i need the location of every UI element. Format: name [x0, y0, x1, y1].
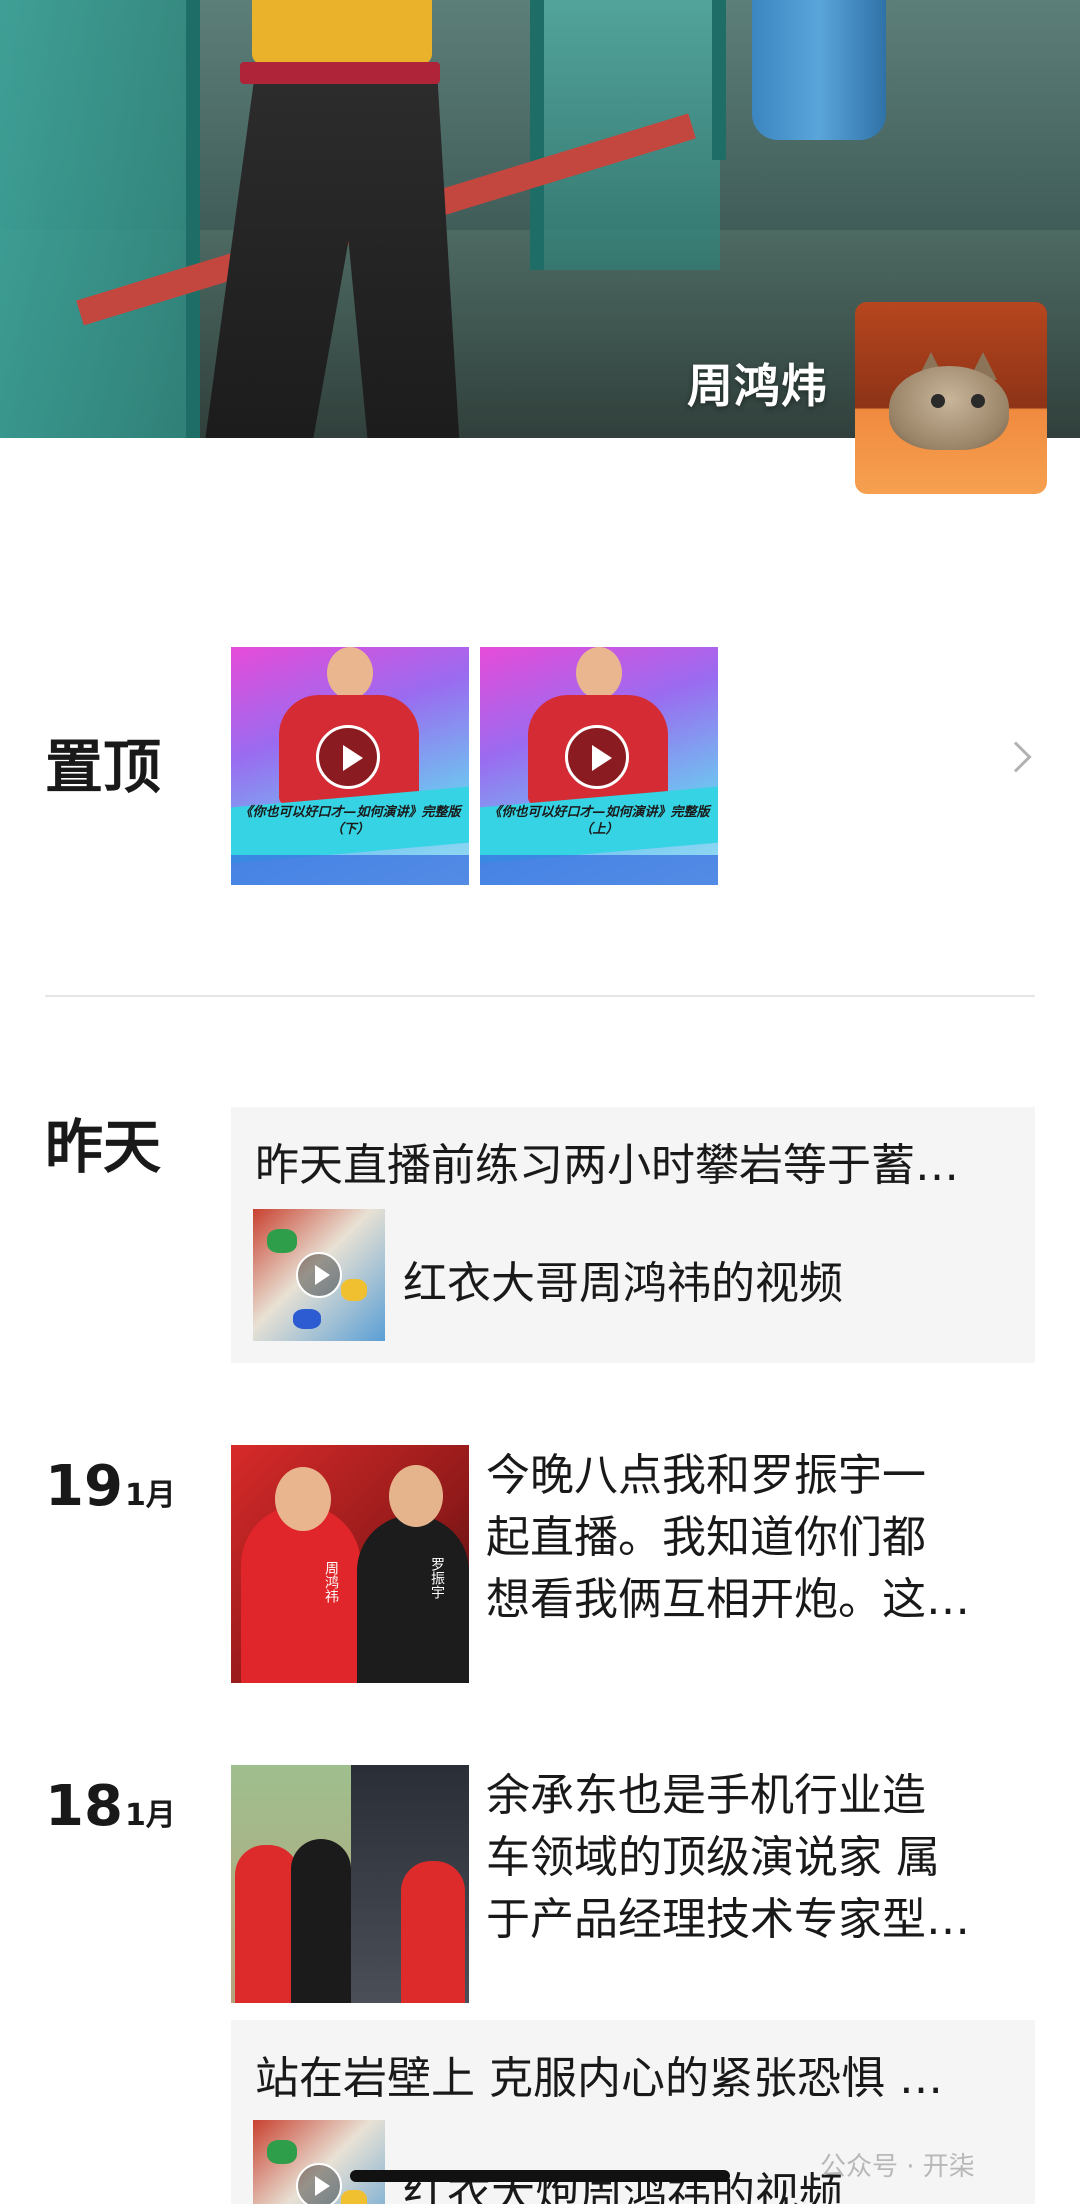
watermark: 公众号 · 开柒: [820, 2152, 975, 2182]
shared-video-post[interactable]: 昨天直播前练习两小时攀岩等于蓄… 红衣大哥周鸿祎的视频: [231, 1107, 1035, 1363]
play-icon: [316, 725, 380, 789]
video-person-head: [576, 647, 622, 699]
play-icon: [565, 725, 629, 789]
post-date-label: 昨天: [45, 1113, 162, 1181]
cover-barrel: [752, 0, 886, 140]
post-image[interactable]: [231, 1765, 469, 2003]
profile-avatar[interactable]: [855, 302, 1047, 494]
post-day: 18: [45, 1774, 123, 1839]
home-indicator[interactable]: [350, 2170, 730, 2182]
photo-person-head: [389, 1465, 443, 1527]
play-icon: [296, 1252, 342, 1298]
climbing-hold: [267, 2140, 297, 2164]
video-person-head: [327, 647, 373, 699]
climbing-hold: [293, 1309, 321, 1329]
cover-post: [186, 0, 200, 438]
post-text-line: 车领域的顶级演说家 属: [486, 1832, 940, 1883]
photo-person: [241, 1505, 361, 1683]
cover-post: [712, 0, 726, 160]
kitten-avatar-icon: [889, 366, 1009, 450]
post-date: 181月: [45, 1776, 176, 1835]
post-day: 19: [45, 1454, 123, 1519]
post-text: 站在岩壁上 克服内心的紧张恐惧 …: [255, 2053, 943, 2104]
post-date: 191月: [45, 1456, 176, 1515]
post-text-line: 于产品经理技术专家型…: [486, 1894, 970, 1945]
cover-person-belt: [240, 62, 440, 84]
post-text-line: 余承东也是手机行业造: [486, 1770, 926, 1821]
section-divider: [45, 995, 1035, 997]
chevron-right-icon[interactable]: [1000, 741, 1032, 773]
post-text[interactable]: 余承东也是手机行业造 车领域的顶级演说家 属 于产品经理技术专家型…: [486, 1765, 1006, 1951]
photo-name-tag: 罗振宇: [429, 1557, 445, 1599]
post-text[interactable]: 今晚八点我和罗振宇一 起直播。我知道你们都 想看我俩互相开炮。这…: [486, 1445, 1006, 1631]
photo-name-tag: 周鸿祎: [323, 1561, 339, 1603]
pinned-video-1[interactable]: 《你也可以好口才—如何演讲》完整版（下）: [231, 647, 469, 885]
kitten-eye: [971, 394, 985, 408]
video-bottom-strip: [480, 855, 718, 885]
cover-post: [530, 0, 544, 270]
play-icon: [296, 2163, 342, 2204]
photo-person-head: [275, 1467, 331, 1531]
post-month: 1月: [124, 1478, 176, 1513]
post-text: 昨天直播前练习两小时攀岩等于蓄…: [255, 1140, 959, 1191]
climbing-hold: [341, 2190, 367, 2204]
climbing-hold: [341, 1279, 367, 1301]
video-title: 红衣大哥周鸿祎的视频: [403, 1258, 843, 1309]
profile-name: 周鸿炜: [687, 359, 828, 413]
photo-person: [401, 1861, 465, 2003]
pinned-video-2[interactable]: 《你也可以好口才—如何演讲》完整版（上）: [480, 647, 718, 885]
pinned-video-caption: 《你也可以好口才—如何演讲》完整版（下）: [239, 805, 461, 837]
photo-person: [235, 1845, 299, 2003]
post-month: 1月: [124, 1798, 176, 1833]
pinned-video-caption: 《你也可以好口才—如何演讲》完整版（上）: [488, 805, 710, 837]
video-bottom-strip: [231, 855, 469, 885]
cover-person-shirt: [252, 0, 432, 64]
pinned-label: 置顶: [45, 733, 162, 801]
kitten-eye: [931, 394, 945, 408]
post-text-line: 起直播。我知道你们都: [486, 1512, 926, 1563]
post-text-line: 想看我俩互相开炮。这…: [486, 1574, 970, 1625]
post-image[interactable]: 周鸿祎 罗振宇: [231, 1445, 469, 1683]
video-thumbnail: [253, 2120, 385, 2204]
video-thumbnail: [253, 1209, 385, 1341]
climbing-hold: [267, 1229, 297, 1253]
photo-person: [357, 1515, 469, 1683]
photo-person: [291, 1839, 351, 2003]
post-text-line: 今晚八点我和罗振宇一: [486, 1450, 926, 1501]
cover-net: [0, 0, 200, 438]
